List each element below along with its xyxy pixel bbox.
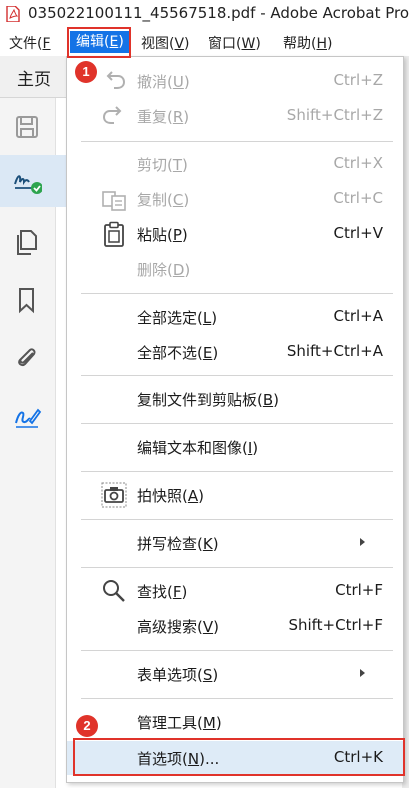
menu-item-label: 编辑文本和图像(I) xyxy=(137,439,259,457)
title-bar: 035022100111_45567518.pdf - Adobe Acroba… xyxy=(0,0,409,28)
bookmark-icon[interactable] xyxy=(12,285,42,315)
window-title: 035022100111_45567518.pdf - Adobe Acroba… xyxy=(28,4,409,22)
menu-item-deselect-all[interactable]: 全部不选(E) Shift+Ctrl+A xyxy=(67,335,405,369)
menu-separator xyxy=(81,519,393,520)
menu-separator xyxy=(81,698,393,699)
fill-sign-icon[interactable] xyxy=(12,166,42,196)
menu-item-label: 管理工具(M) xyxy=(137,714,222,732)
save-icon[interactable] xyxy=(12,112,42,142)
menu-item-shortcut: Ctrl+X xyxy=(333,154,383,172)
menu-separator xyxy=(81,650,393,651)
menu-item-redo[interactable]: 重复(R) Shift+Ctrl+Z xyxy=(67,99,405,133)
menu-item-find[interactable]: 查找(F) Ctrl+F xyxy=(67,574,405,608)
menu-item-label: 复制文件到剪贴板(B) xyxy=(137,391,280,409)
menu-item-label: 拼写检查(K) xyxy=(137,535,219,553)
menu-item-label: 高级搜索(V) xyxy=(137,618,219,636)
menu-item-shortcut: Shift+Ctrl+F xyxy=(288,616,383,634)
menu-bar: 文件(F xyxy=(0,28,409,56)
menu-item-edit-text-images[interactable]: 编辑文本和图像(I) xyxy=(67,430,405,464)
menu-item-label: 删除(D) xyxy=(137,261,191,279)
menu-item-shortcut: Shift+Ctrl+Z xyxy=(286,106,383,124)
menu-file[interactable]: 文件(F xyxy=(9,33,51,55)
home-tab-label: 主页 xyxy=(17,70,51,90)
menu-item-label: 复制(C) xyxy=(137,191,190,209)
redo-icon xyxy=(102,106,122,124)
menu-item-label: 剪切(T) xyxy=(137,156,188,174)
menu-item-label: 全部不选(E) xyxy=(137,344,219,362)
search-icon xyxy=(103,580,125,602)
submenu-arrow-icon xyxy=(360,538,365,546)
menu-item-select-all[interactable]: 全部选定(L) Ctrl+A xyxy=(67,300,405,334)
menu-item-label: 粘贴(P) xyxy=(137,226,188,244)
copy-icon xyxy=(102,191,126,211)
sign-icon[interactable] xyxy=(12,401,42,431)
menu-item-label: 全部选定(L) xyxy=(137,309,218,327)
menu-separator xyxy=(81,375,393,376)
menu-separator xyxy=(81,567,393,568)
menu-separator xyxy=(81,293,393,294)
menu-item-cut[interactable]: 剪切(T) Ctrl+X xyxy=(67,147,405,181)
menu-item-shortcut: Ctrl+C xyxy=(333,189,383,207)
menu-item-undo[interactable]: 撤消(U) Ctrl+Z xyxy=(67,64,405,98)
menu-item-label: 表单选项(S) xyxy=(137,666,219,684)
highlight-box-preferences xyxy=(73,738,405,776)
menu-item-label: 查找(F) xyxy=(137,583,188,601)
menu-item-manage-tools[interactable]: 管理工具(M) xyxy=(67,705,405,739)
undo-icon xyxy=(106,71,126,89)
menu-item-shortcut: Ctrl+A xyxy=(333,307,383,325)
menu-item-delete[interactable]: 删除(D) xyxy=(67,252,405,286)
menu-item-form-options[interactable]: 表单选项(S) xyxy=(67,657,405,691)
menu-help[interactable]: 帮助(H) xyxy=(283,33,332,55)
menu-item-label: 重复(R) xyxy=(137,108,190,126)
menu-item-shortcut: Ctrl+F xyxy=(335,581,383,599)
menu-separator xyxy=(81,423,393,424)
menu-view[interactable]: 视图(V) xyxy=(141,33,190,55)
menu-item-shortcut: Shift+Ctrl+A xyxy=(286,342,383,360)
menu-item-snapshot[interactable]: 拍快照(A) xyxy=(67,478,405,512)
menu-separator xyxy=(81,141,393,142)
submenu-arrow-icon xyxy=(360,669,365,677)
snapshot-icon xyxy=(101,482,127,508)
menu-item-copy-file-to-clipboard[interactable]: 复制文件到剪贴板(B) xyxy=(67,382,405,416)
pages-icon[interactable] xyxy=(12,227,42,257)
pdf-file-icon xyxy=(6,6,20,22)
highlight-box-edit-menu xyxy=(67,27,131,58)
home-tab[interactable]: 主页 xyxy=(0,56,70,98)
menu-separator xyxy=(81,471,393,472)
menu-item-paste[interactable]: 粘贴(P) Ctrl+V xyxy=(67,217,405,251)
menu-item-shortcut: Ctrl+V xyxy=(333,224,383,242)
step-badge-2: 2 xyxy=(76,715,98,737)
menu-item-copy[interactable]: 复制(C) Ctrl+C xyxy=(67,182,405,216)
edit-menu-dropdown: 撤消(U) Ctrl+Z 重复(R) Shift+Ctrl+Z 剪切(T) Ct… xyxy=(66,56,405,783)
menu-item-label: 撤消(U) xyxy=(137,73,190,91)
step-badge-1: 1 xyxy=(75,61,97,83)
attachment-icon[interactable] xyxy=(12,343,42,373)
menu-item-spell-check[interactable]: 拼写检查(K) xyxy=(67,526,405,560)
menu-window[interactable]: 窗口(W) xyxy=(208,33,261,55)
menu-item-advanced-search[interactable]: 高级搜索(V) Shift+Ctrl+F xyxy=(67,609,405,643)
paste-icon xyxy=(104,221,124,247)
menu-item-label: 拍快照(A) xyxy=(137,487,204,505)
menu-item-shortcut: Ctrl+Z xyxy=(333,71,383,89)
